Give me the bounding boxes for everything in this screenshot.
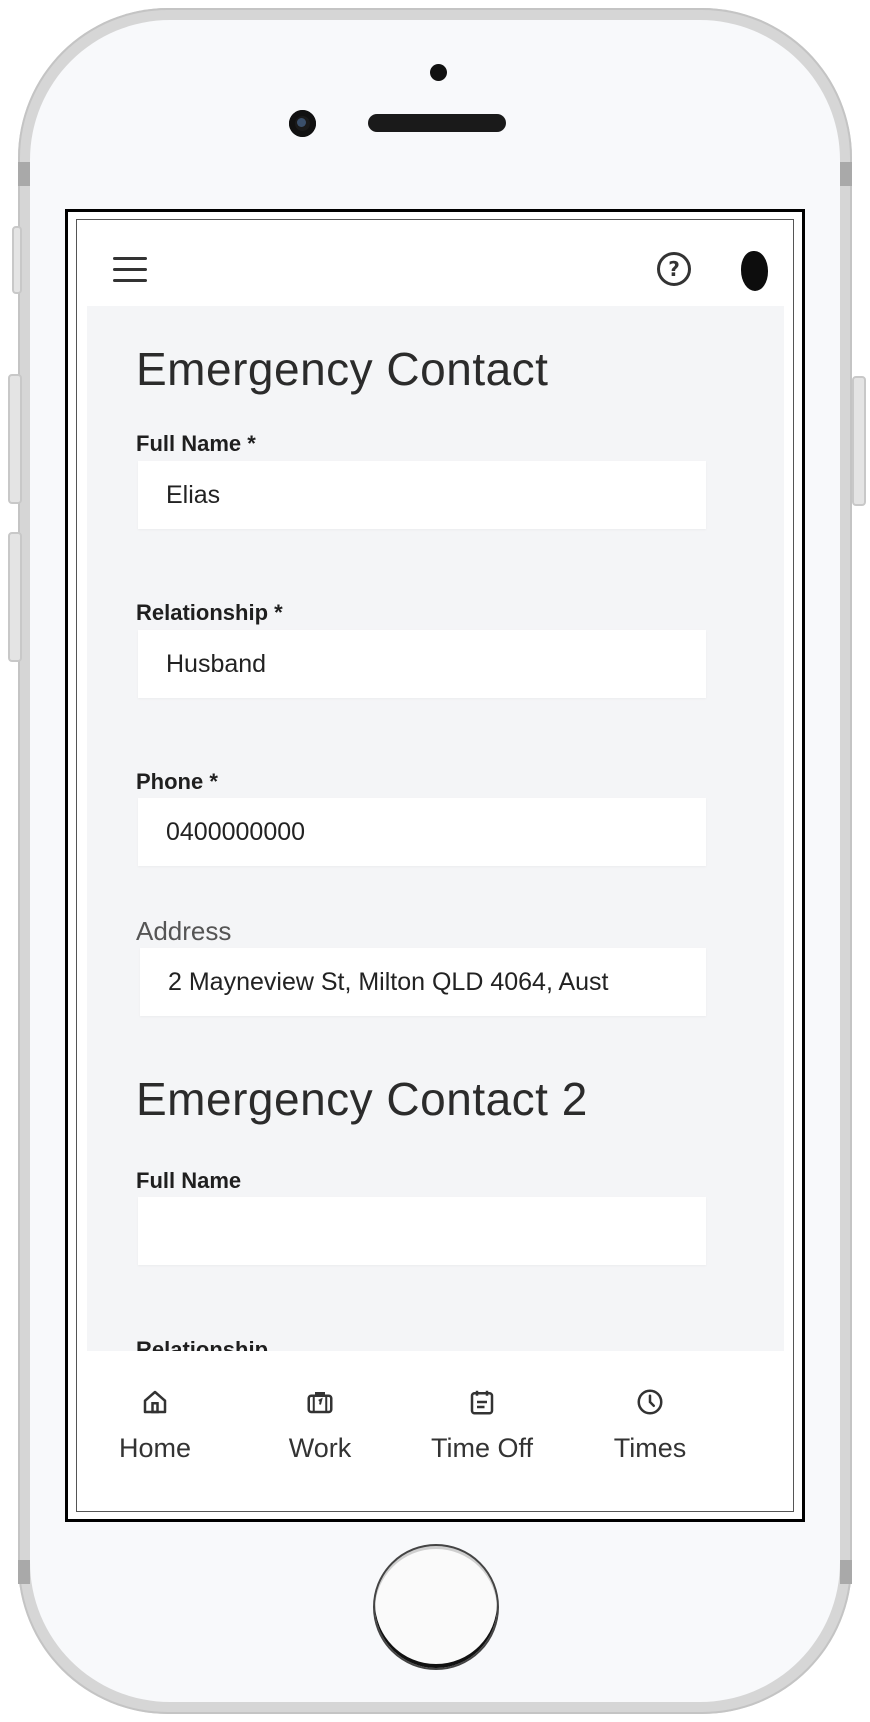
phone-field[interactable]: 0400000000	[138, 798, 706, 866]
app-screen: ? Emergency Contact Full Name * Elias Re…	[76, 219, 794, 1512]
full-name-label: Full Name *	[136, 431, 256, 456]
relationship-2-label: Relationship	[136, 1337, 269, 1351]
emergency-contact-form: Emergency Contact Full Name * Elias Rela…	[87, 306, 784, 1351]
antenna-band	[18, 1560, 30, 1584]
nav-label-time-off: Time Off	[430, 1433, 533, 1463]
nav-item-time-off[interactable]: Time Off	[422, 1387, 542, 1464]
power-button[interactable]	[852, 376, 866, 506]
section-title-emergency-contact-2: Emergency Contact 2	[136, 1073, 588, 1125]
volume-up-button[interactable]	[8, 374, 22, 504]
full-name-field[interactable]: Elias	[138, 461, 706, 529]
antenna-band	[840, 162, 852, 186]
relationship-label: Relationship *	[136, 600, 283, 625]
calendar-icon	[470, 1390, 494, 1415]
briefcase-icon	[307, 1392, 333, 1414]
volume-down-button[interactable]	[8, 532, 22, 662]
avatar[interactable]	[741, 251, 768, 291]
nav-item-work[interactable]: Work	[280, 1387, 360, 1464]
device-frame: ? Emergency Contact Full Name * Elias Re…	[0, 0, 870, 1722]
antenna-band	[18, 162, 30, 186]
section-title-emergency-contact: Emergency Contact	[136, 343, 549, 395]
antenna-band	[840, 1560, 852, 1584]
clock-icon	[637, 1389, 663, 1415]
nav-label-times: Times	[613, 1433, 687, 1463]
mute-switch[interactable]	[12, 226, 22, 294]
help-icon[interactable]: ?	[657, 252, 691, 286]
full-name-2-label: Full Name	[136, 1168, 242, 1193]
proximity-sensor	[430, 64, 447, 81]
home-button[interactable]	[373, 1544, 499, 1670]
nav-label-home: Home	[118, 1433, 192, 1463]
nav-label-work: Work	[288, 1433, 352, 1463]
front-camera	[289, 110, 316, 137]
relationship-field[interactable]: Husband	[138, 630, 706, 698]
home-icon	[143, 1390, 167, 1414]
phone-label: Phone *	[136, 769, 218, 794]
hamburger-menu-icon[interactable]	[113, 257, 147, 283]
earpiece-speaker	[368, 114, 506, 132]
nav-item-home[interactable]: Home	[115, 1387, 195, 1464]
app-bar: ?	[77, 220, 793, 306]
bottom-navigation: Home Work Time Off Times	[77, 1351, 793, 1511]
address-label: Address	[136, 916, 232, 946]
full-name-2-field[interactable]	[138, 1197, 706, 1265]
address-field[interactable]: 2 Mayneview St, Milton QLD 4064, Aust	[140, 948, 706, 1016]
nav-item-times[interactable]: Times	[605, 1387, 695, 1464]
